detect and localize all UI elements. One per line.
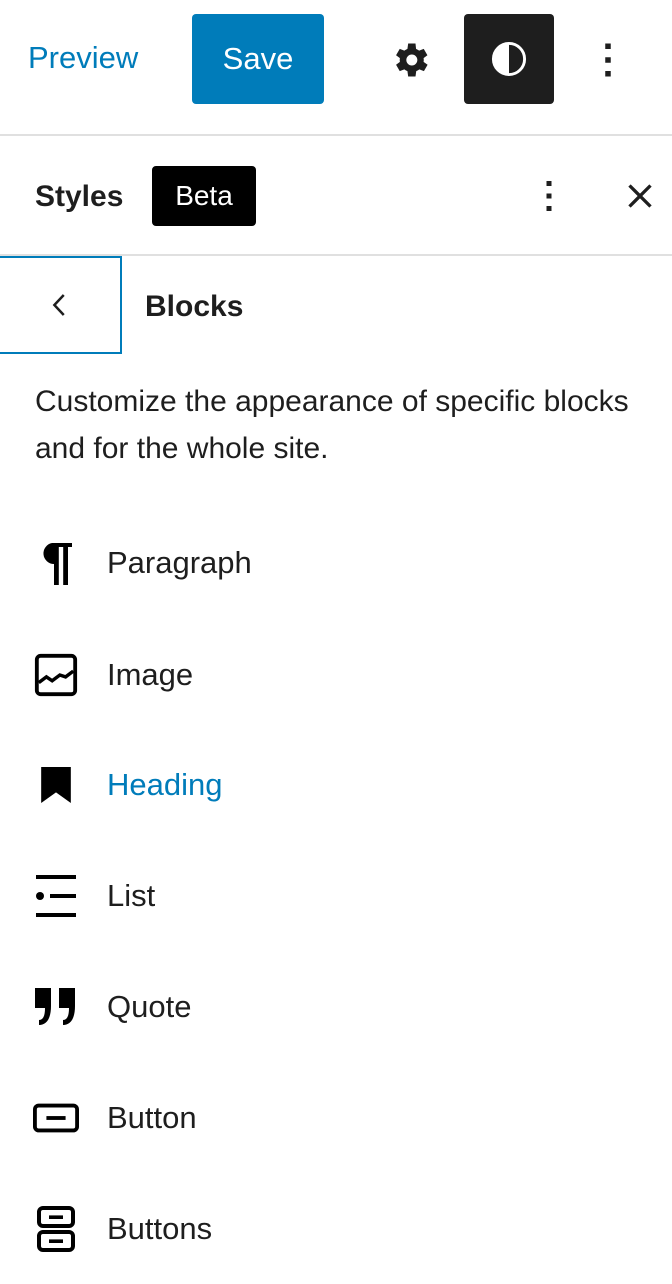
more-vertical-icon[interactable] bbox=[537, 176, 561, 216]
block-label: List bbox=[107, 878, 156, 913]
chevron-left-icon bbox=[52, 294, 65, 316]
block-item-heading[interactable]: Heading bbox=[0, 730, 672, 840]
section-description: Customize the appearance of specific blo… bbox=[35, 385, 629, 465]
more-vertical-icon[interactable] bbox=[596, 38, 620, 82]
beta-badge: Beta bbox=[152, 166, 256, 226]
save-label: Save bbox=[222, 41, 294, 76]
block-item-paragraph[interactable]: Paragraph bbox=[0, 508, 672, 618]
styles-panel-header: Styles Beta bbox=[0, 136, 672, 256]
gear-icon[interactable] bbox=[388, 38, 432, 82]
block-item-image[interactable]: Image bbox=[0, 620, 672, 730]
buttons-icon bbox=[32, 1205, 80, 1253]
block-label: Paragraph bbox=[107, 545, 252, 580]
close-icon[interactable] bbox=[622, 178, 658, 214]
block-item-button[interactable]: Button bbox=[0, 1063, 672, 1173]
image-icon bbox=[32, 651, 80, 699]
save-button[interactable]: Save bbox=[192, 14, 324, 104]
preview-button[interactable]: Preview bbox=[28, 40, 138, 76]
section-title: Blocks bbox=[145, 290, 244, 323]
block-label: Quote bbox=[107, 989, 192, 1024]
block-label: Image bbox=[107, 657, 194, 692]
block-item-list[interactable]: List bbox=[0, 841, 672, 951]
block-label: Heading bbox=[107, 767, 223, 802]
contrast-icon bbox=[491, 41, 527, 77]
panel-title: Styles bbox=[35, 180, 124, 213]
bookmark-icon bbox=[32, 761, 80, 809]
editor-header: Preview Save bbox=[0, 0, 672, 136]
button-icon bbox=[32, 1094, 80, 1142]
style-toggle-button[interactable] bbox=[464, 14, 554, 104]
block-item-quote[interactable]: Quote bbox=[0, 952, 672, 1062]
block-label: Button bbox=[107, 1100, 197, 1135]
back-button[interactable] bbox=[0, 256, 122, 354]
paragraph-icon bbox=[32, 539, 80, 587]
quote-icon bbox=[32, 983, 80, 1031]
block-label: Buttons bbox=[107, 1211, 213, 1246]
block-item-buttons[interactable]: Buttons bbox=[0, 1174, 672, 1284]
list-icon bbox=[32, 872, 80, 920]
